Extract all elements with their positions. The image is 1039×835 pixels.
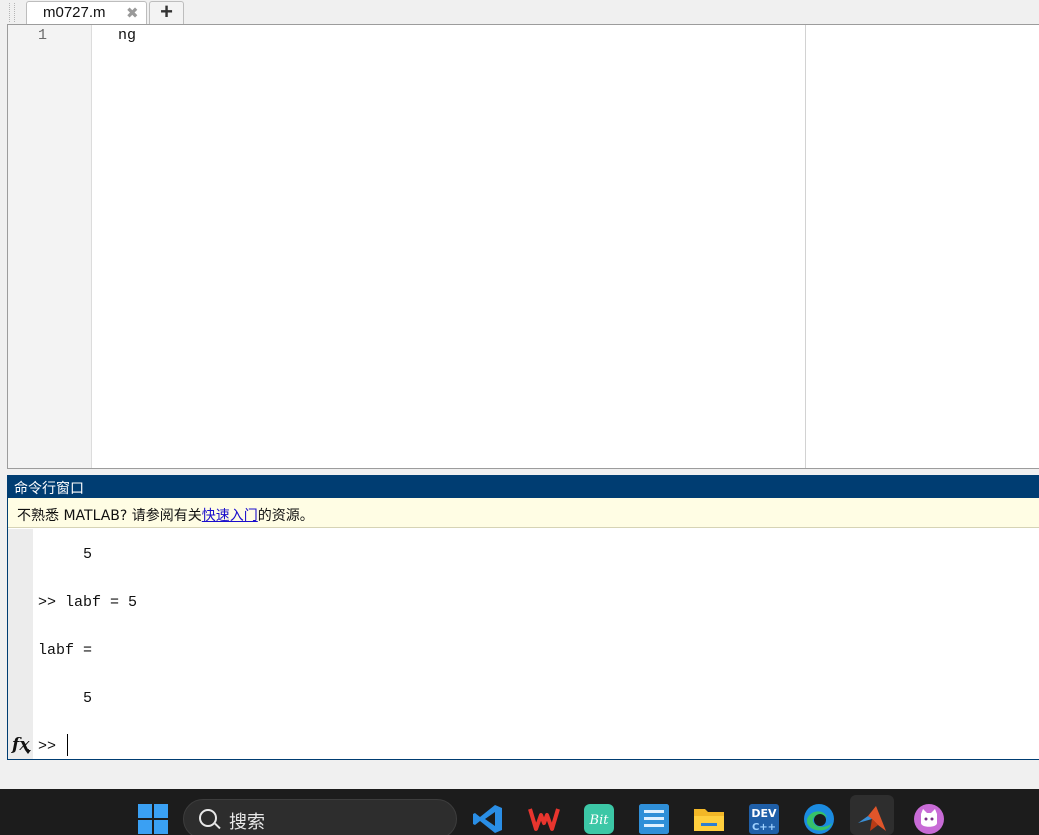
notice-suffix: 的资源。 — [257, 508, 314, 524]
matlab-window: m0727.m ✖ + 1 ng 命令行窗口 不熟悉 MATLAB? 请参阅有关… — [0, 0, 1039, 835]
drag-grip-icon[interactable] — [9, 3, 15, 22]
right-margin-line — [805, 25, 806, 468]
editor-tab-strip: m0727.m ✖ + — [0, 0, 1039, 25]
getting-started-link[interactable]: 快速入门 — [202, 508, 258, 524]
getting-started-notice: 不熟悉 MATLAB? 请参阅有关快速入门的资源。 — [8, 498, 1039, 528]
close-icon[interactable]: ✖ — [126, 4, 139, 22]
taskbar-search[interactable]: 搜索 — [183, 799, 457, 835]
dev-cpp-icon[interactable]: DEV C++ — [748, 803, 780, 835]
output-line: 5 — [38, 690, 93, 707]
code-editor[interactable]: 1 ng — [7, 24, 1039, 469]
bit-app-icon[interactable]: Bit — [583, 803, 615, 835]
text-cursor[interactable] — [67, 734, 68, 756]
tab-m0727[interactable]: m0727.m ✖ — [26, 1, 147, 25]
output-line: >> labf = 5 — [38, 594, 138, 611]
wps-office-icon[interactable] — [528, 803, 560, 835]
svg-text:DEV: DEV — [751, 807, 777, 820]
shabai-language-icon[interactable] — [638, 803, 670, 835]
new-tab-button[interactable]: + — [149, 1, 184, 24]
notice-text: 不熟悉 MATLAB? 请参阅有关快速入门的资源。 — [17, 505, 314, 525]
cat-app-icon[interactable] — [913, 803, 945, 835]
command-window-titlebar[interactable]: 命令行窗口 — [8, 476, 1039, 498]
matlab-icon[interactable] — [856, 803, 888, 835]
tab-label: m0727.m — [43, 4, 106, 21]
windows-start-icon[interactable] — [138, 803, 170, 835]
file-explorer-icon[interactable] — [693, 803, 725, 835]
vscode-icon[interactable] — [472, 803, 504, 835]
edge-browser-icon[interactable] — [803, 803, 835, 835]
taskbar: 搜索 Bit DEV C++ — [0, 789, 1039, 835]
line-number-gutter: 1 — [8, 25, 92, 468]
chevron-down-icon[interactable] — [25, 750, 31, 754]
svg-text:C++: C++ — [752, 822, 776, 833]
line-number: 1 — [38, 27, 48, 44]
search-icon — [199, 809, 217, 827]
command-window-title: 命令行窗口 — [14, 481, 84, 497]
command-prompt: >> — [38, 738, 57, 755]
svg-text:Bit: Bit — [589, 813, 610, 828]
notice-prefix: 不熟悉 MATLAB? 请参阅有关 — [17, 508, 202, 524]
command-gutter — [8, 529, 33, 759]
output-line: labf = — [38, 642, 93, 659]
code-line[interactable]: ng — [118, 27, 136, 44]
output-line: 5 — [38, 546, 93, 563]
command-window: 命令行窗口 不熟悉 MATLAB? 请参阅有关快速入门的资源。 5 >> lab… — [7, 475, 1039, 760]
search-placeholder: 搜索 — [229, 812, 265, 833]
